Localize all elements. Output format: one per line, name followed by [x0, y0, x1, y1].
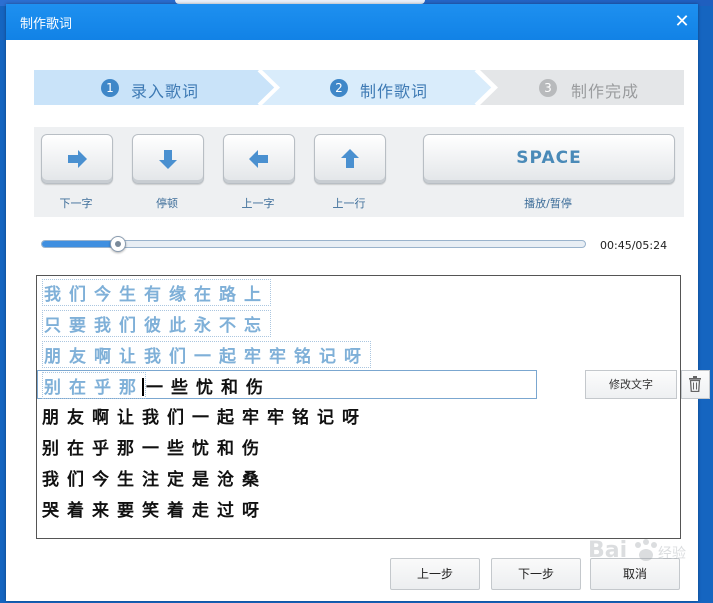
- progress-fill: [42, 241, 118, 247]
- step-2-number: 2: [330, 79, 348, 97]
- dialog-title: 制作歌词: [20, 17, 73, 32]
- delete-line-button[interactable]: [681, 370, 710, 399]
- current-line-done-part: 别在乎那: [42, 372, 146, 399]
- prev-step-button[interactable]: 上一步: [390, 558, 480, 590]
- dialog-titlebar: 制作歌词 ✕: [6, 4, 698, 40]
- lyric-line-pending: 朋友啊让我们一起牢牢铭记呀: [42, 408, 367, 428]
- lyric-line-done: 我们今生有缘在路上: [42, 279, 271, 306]
- arrow-right-icon: [68, 150, 87, 168]
- step-3: 3 制作完成: [480, 70, 684, 105]
- lyric-text: 我们今生有缘在路上: [42, 279, 271, 306]
- next-step-button[interactable]: 下一步: [491, 558, 581, 590]
- lyric-text: 朋友啊让我们一起牢牢铭记呀: [42, 341, 371, 368]
- lyric-line-done: 只要我们彼此永不忘: [42, 310, 271, 337]
- next-word-label: 下一字: [59, 197, 93, 210]
- step-1-label: 录入歌词: [131, 82, 200, 101]
- pause-label: 停顿: [156, 197, 178, 210]
- step-2: 2 制作歌词: [264, 70, 479, 105]
- prev-line-label: 上一行: [332, 197, 366, 210]
- prev-word-label: 上一字: [241, 197, 275, 210]
- lyric-line-done: 朋友啊让我们一起牢牢铭记呀: [42, 341, 371, 368]
- step-3-label: 制作完成: [571, 82, 640, 101]
- text-cursor: [142, 378, 144, 396]
- arrow-left-icon: [249, 150, 268, 168]
- trash-icon: [689, 376, 701, 392]
- step-3-number: 3: [539, 79, 557, 97]
- prev-line-button[interactable]: [314, 134, 386, 184]
- lyrics-editor[interactable]: 我们今生有缘在路上 只要我们彼此永不忘 朋友啊让我们一起牢牢铭记呀 别在乎那 一些…: [36, 275, 710, 539]
- lyric-line-current: 别在乎那 一些忧和伤: [42, 372, 271, 399]
- watermark-logo: Bai 经验: [586, 531, 696, 571]
- svg-text:Bai: Bai: [588, 538, 627, 563]
- lyric-line-pending: 我们今生注定是沧桑: [42, 470, 267, 490]
- pause-button[interactable]: [132, 134, 204, 184]
- arrow-down-icon: [159, 150, 177, 169]
- play-pause-label: 播放/暂停: [524, 197, 572, 210]
- playback-time: 00:45/05:24: [600, 239, 668, 252]
- playback-progress-bar[interactable]: [41, 236, 586, 252]
- current-line-pending-part: 一些忧和伤: [146, 378, 271, 398]
- space-key-label: SPACE: [516, 148, 582, 168]
- hotkey-toolbar: 下一字 停顿 上一字 上一行 SPACE 播放/暂停: [34, 127, 684, 217]
- close-icon[interactable]: ✕: [670, 10, 694, 34]
- make-lyrics-dialog: 制作歌词 ✕ 1 录入歌词 2 制作歌词 3 制作完成 下一字 停顿 上一字 上…: [6, 4, 710, 601]
- next-word-button[interactable]: [41, 134, 113, 184]
- step-indicator: 1 录入歌词 2 制作歌词 3 制作完成: [34, 70, 684, 105]
- step-1: 1 录入歌词: [34, 70, 264, 105]
- lyric-text: 只要我们彼此永不忘: [42, 310, 271, 337]
- progress-slider-thumb[interactable]: [110, 236, 127, 252]
- step-1-number: 1: [101, 79, 119, 97]
- space-play-pause-button[interactable]: SPACE: [423, 134, 675, 184]
- prev-word-button[interactable]: [223, 134, 295, 184]
- arrow-up-icon: [341, 149, 359, 168]
- modify-text-button[interactable]: 修改文字: [585, 370, 677, 399]
- step-2-label: 制作歌词: [360, 82, 429, 101]
- svg-text:经验: 经验: [658, 546, 686, 562]
- lyric-line-pending: 哭着来要笑着走过呀: [42, 501, 267, 521]
- lyric-line-pending: 别在乎那一些忧和伤: [42, 439, 267, 459]
